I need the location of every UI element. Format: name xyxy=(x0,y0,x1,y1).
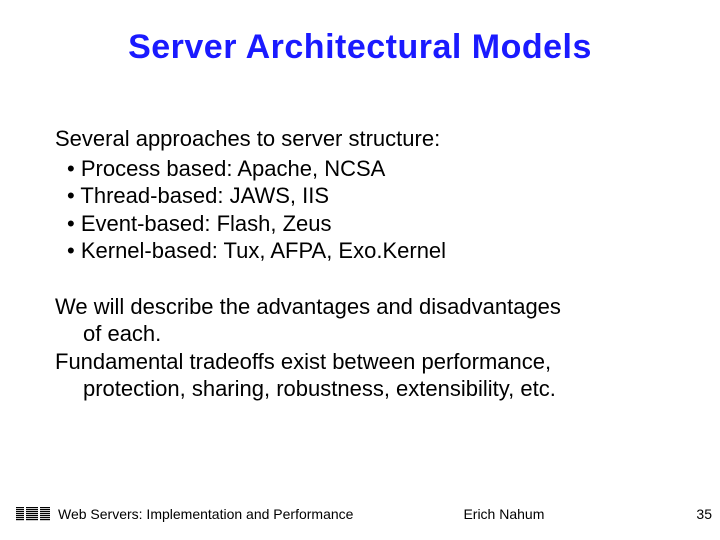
bullet-item: Kernel-based: Tux, AFPA, Exo.Kernel xyxy=(55,237,665,265)
para-line: We will describe the advantages and disa… xyxy=(55,293,665,321)
page-number: 35 xyxy=(696,506,712,522)
para-line: protection, sharing, robustness, extensi… xyxy=(55,375,665,403)
slide: Server Architectural Models Several appr… xyxy=(0,0,720,540)
footer-author: Erich Nahum xyxy=(463,506,544,522)
footer: Web Servers: Implementation and Performa… xyxy=(0,506,720,522)
slide-body: Several approaches to server structure: … xyxy=(0,125,720,403)
paragraph: We will describe the advantages and disa… xyxy=(55,293,665,348)
bullet-item: Thread-based: JAWS, IIS xyxy=(55,182,665,210)
footer-left: Web Servers: Implementation and Performa… xyxy=(58,506,353,522)
ibm-logo-icon xyxy=(16,507,50,521)
para-line: of each. xyxy=(55,320,665,348)
para-line: Fundamental tradeoffs exist between perf… xyxy=(55,348,665,376)
paragraph: Fundamental tradeoffs exist between perf… xyxy=(55,348,665,403)
slide-title: Server Architectural Models xyxy=(0,0,720,67)
bullet-list: Process based: Apache, NCSA Thread-based… xyxy=(55,155,665,265)
bullet-item: Process based: Apache, NCSA xyxy=(55,155,665,183)
bullet-item: Event-based: Flash, Zeus xyxy=(55,210,665,238)
intro-text: Several approaches to server structure: xyxy=(55,125,665,153)
